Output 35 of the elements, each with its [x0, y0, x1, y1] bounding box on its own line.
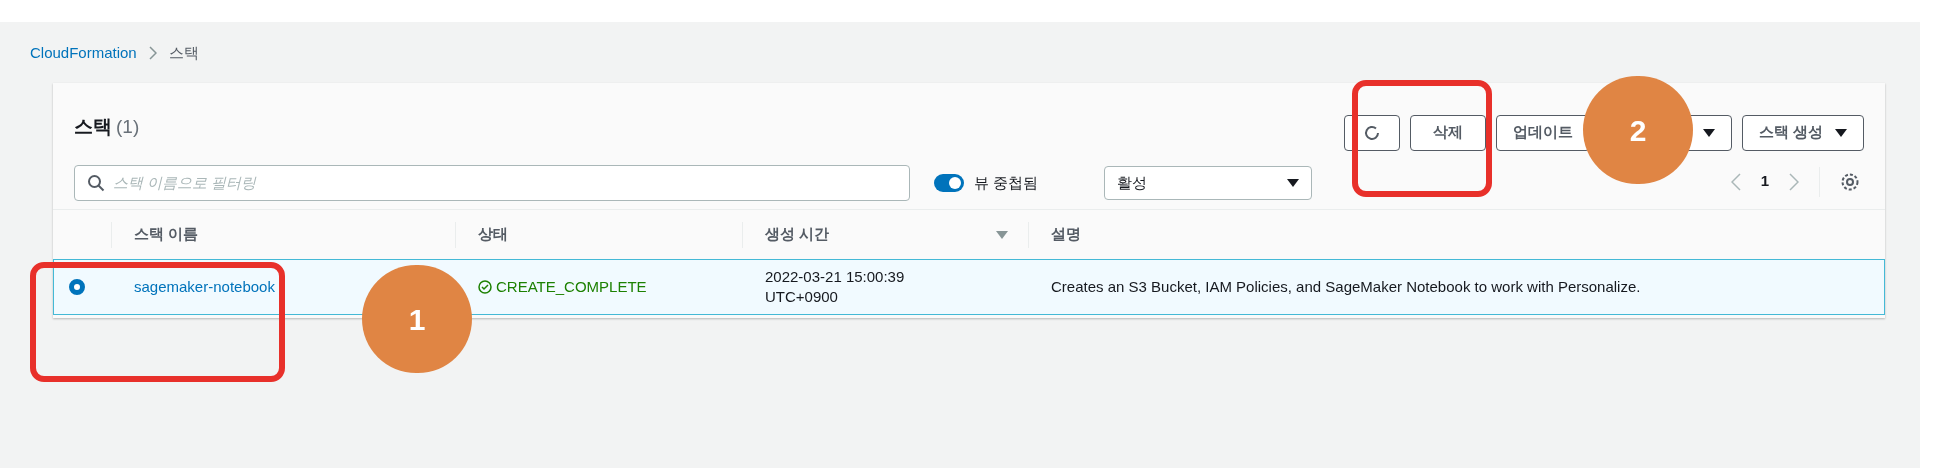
description-text: Creates an S3 Bucket, IAM Policies, and SageMaker Notebook to work with Personalize.: [1051, 277, 1641, 295]
caret-icon: [1835, 128, 1847, 137]
search-icon: [87, 174, 105, 192]
column-header[interactable]: 설명: [1028, 221, 1885, 248]
column-header[interactable]: 스택 이름: [111, 221, 455, 248]
create-stack-button[interactable]: 스택 생성: [1741, 114, 1864, 151]
created-time: 2022-03-21 15:00:39: [765, 267, 906, 287]
column-label: 설명: [1051, 224, 1081, 245]
column-label: 스택 이름: [134, 224, 199, 245]
sort-icon[interactable]: [996, 230, 1008, 239]
chevron-right-icon: [148, 46, 157, 61]
search-field[interactable]: 스택 이름으로 필터링: [74, 165, 910, 201]
column-label: 상태: [478, 224, 508, 245]
stack-count: (1): [116, 114, 140, 139]
action-button[interactable]: 삭제: [1409, 114, 1486, 151]
column-header[interactable]: 상태: [455, 221, 742, 248]
column-label: 생성 시간: [765, 224, 830, 245]
panel-title: 스택: [74, 114, 112, 139]
success-icon: [478, 280, 492, 294]
breadcrumb-current: 스택: [168, 43, 199, 63]
caret-icon: [1287, 179, 1300, 187]
column-header[interactable]: 생성 시간: [742, 221, 1028, 248]
breadcrumb-link[interactable]: CloudFormation: [30, 42, 137, 65]
settings-icon[interactable]: [1840, 171, 1860, 192]
created-time: UTC+0900: [765, 287, 839, 307]
page-number[interactable]: 1: [1760, 170, 1769, 193]
stack-name-link[interactable]: sagemaker-notebook: [134, 277, 275, 295]
status-text: CREATE_COMPLETE: [496, 276, 647, 297]
search-input[interactable]: 스택 이름으로 필터링: [113, 171, 897, 195]
status-select[interactable]: 활성: [1104, 166, 1313, 200]
caret-icon[interactable]: [1702, 128, 1715, 137]
radio-button[interactable]: [69, 279, 85, 295]
nested-view-toggle[interactable]: [934, 174, 964, 192]
toggle-label: 뷰 중첩됨: [974, 172, 1039, 193]
refresh-icon: [1362, 123, 1381, 142]
